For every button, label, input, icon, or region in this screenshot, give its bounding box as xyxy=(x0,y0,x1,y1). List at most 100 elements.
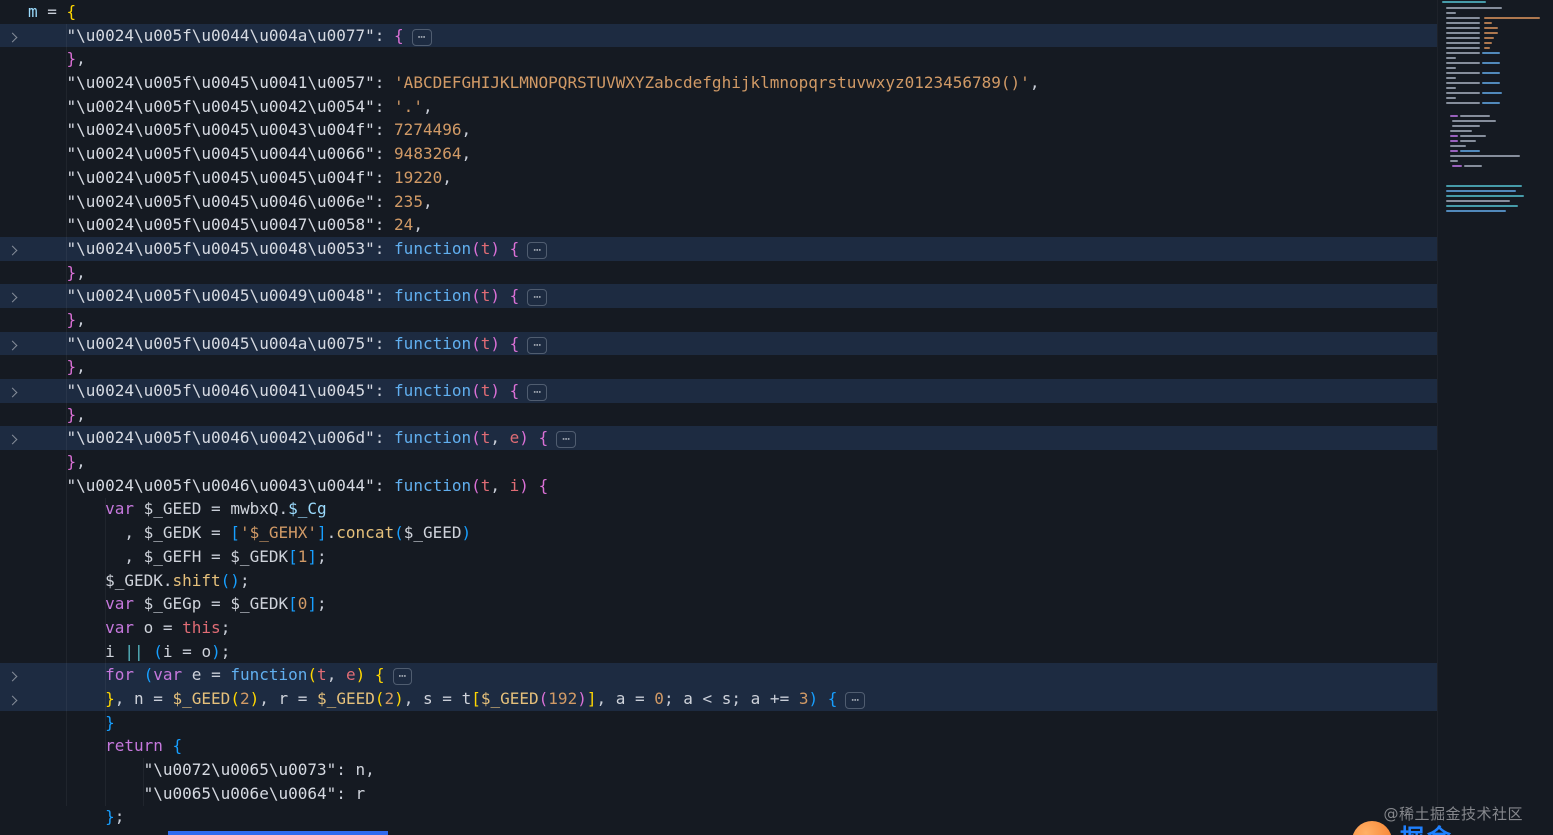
fold-chevron-icon[interactable] xyxy=(7,434,18,445)
code-token: : xyxy=(374,215,395,235)
fold-chevron-icon[interactable] xyxy=(7,695,18,706)
code-line[interactable]: return { xyxy=(0,734,1437,758)
code-line[interactable]: "\u0024\u005f\u0045\u0045\u004f": 19220, xyxy=(0,166,1437,190)
code-token: ) xyxy=(490,333,501,353)
code-line[interactable]: "\u0024\u005f\u0046\u0041\u0045": functi… xyxy=(0,379,1437,403)
code-token: ] xyxy=(307,546,318,566)
code-line[interactable]: "\u0024\u005f\u0045\u0046\u006e": 235, xyxy=(0,190,1437,214)
fold-gutter[interactable] xyxy=(0,332,28,356)
code-line[interactable]: i || (i = o); xyxy=(0,640,1437,664)
code-line[interactable]: }, xyxy=(0,403,1437,427)
minimap-line xyxy=(1446,57,1456,60)
gutter-spacer xyxy=(0,521,28,545)
code-token: ( xyxy=(471,286,481,306)
code-token: { xyxy=(509,238,520,258)
fold-chevron-icon[interactable] xyxy=(7,340,18,351)
folded-code-badge[interactable]: ⋯ xyxy=(845,691,866,709)
fold-chevron-icon[interactable] xyxy=(7,292,18,303)
code-line[interactable]: , $_GEDK = ['$_GEHX'].concat($_GEED) xyxy=(0,521,1437,545)
code-text: }, xyxy=(28,355,1437,379)
code-token: ( xyxy=(153,641,163,661)
code-line[interactable]: "\u0072\u0065\u0073": n, xyxy=(0,758,1437,782)
folded-code-badge[interactable]: ⋯ xyxy=(527,241,548,259)
minimap-line xyxy=(1450,140,1458,143)
code-token: [ xyxy=(288,594,298,614)
code-line[interactable]: }, xyxy=(0,450,1437,474)
code-line[interactable]: "\u0024\u005f\u0045\u004a\u0075": functi… xyxy=(0,331,1437,356)
code-line[interactable]: }, xyxy=(0,47,1437,71)
folded-code-badge[interactable]: ⋯ xyxy=(527,289,548,307)
code-line[interactable]: "\u0024\u005f\u0045\u0047\u0058": 24, xyxy=(0,213,1437,237)
gutter-spacer xyxy=(0,569,28,593)
code-token: ; xyxy=(220,641,231,661)
fold-gutter[interactable] xyxy=(0,426,28,450)
code-token: , xyxy=(76,262,86,282)
code-line[interactable]: m = { xyxy=(0,0,1437,24)
code-token: , xyxy=(76,452,86,472)
folded-code-badge[interactable]: ⋯ xyxy=(556,431,577,449)
code-line[interactable]: $_GEDK.shift(); xyxy=(0,569,1437,593)
gutter-spacer xyxy=(0,355,28,379)
minimap[interactable] xyxy=(1437,0,1553,835)
code-token: } xyxy=(105,712,115,732)
fold-chevron-icon[interactable] xyxy=(7,387,18,398)
minimap-line xyxy=(1482,72,1500,75)
code-token: = xyxy=(288,688,318,708)
code-line[interactable]: "\u0024\u005f\u0045\u0041\u0057": 'ABCDE… xyxy=(0,71,1437,95)
fold-chevron-icon[interactable] xyxy=(7,32,18,43)
code-line[interactable]: }, n = $_GEED(2), r = $_GEED(2), s = t[$… xyxy=(0,686,1437,711)
code-line[interactable]: "\u0024\u005f\u0045\u0048\u0053": functi… xyxy=(0,236,1437,261)
minimap-line xyxy=(1446,77,1456,80)
folded-code-badge[interactable]: ⋯ xyxy=(411,28,432,46)
code-line[interactable]: , $_GEFH = $_GEDK[1]; xyxy=(0,545,1437,569)
folded-code-badge[interactable]: ⋯ xyxy=(392,668,413,686)
code-token: = xyxy=(172,641,202,661)
code-line[interactable]: "\u0024\u005f\u0045\u0044\u0066": 948326… xyxy=(0,142,1437,166)
code-line[interactable]: var $_GEGp = $_GEDK[0]; xyxy=(0,592,1437,616)
code-token: || xyxy=(124,641,144,661)
code-token: "\u0024\u005f\u0045\u0046\u006e" xyxy=(66,191,375,211)
fold-gutter[interactable] xyxy=(0,379,28,403)
fold-gutter[interactable] xyxy=(0,24,28,48)
folded-code-badge[interactable]: ⋯ xyxy=(527,384,548,401)
code-token: function xyxy=(230,665,308,685)
code-line[interactable]: "\u0024\u005f\u0046\u0043\u0044": functi… xyxy=(0,474,1437,498)
code-token: '.' xyxy=(394,96,423,116)
minimap-line xyxy=(1460,140,1476,143)
code-token: "\u0072\u0065\u0073" xyxy=(143,760,337,779)
code-line[interactable]: var $_GEED = mwbxQ.$_Cg xyxy=(0,497,1437,521)
code-line[interactable]: "\u0065\u006e\u0064": r xyxy=(0,782,1437,806)
code-token: } xyxy=(105,688,115,708)
code-line[interactable]: "\u0024\u005f\u0046\u0042\u006d": functi… xyxy=(0,426,1437,451)
fold-gutter[interactable] xyxy=(0,687,28,711)
code-line[interactable]: var o = this; xyxy=(0,616,1437,640)
code-token: t xyxy=(480,238,491,258)
code-line[interactable]: for (var e = function(t, e) {⋯ xyxy=(0,663,1437,687)
code-line[interactable]: }; xyxy=(0,805,1437,829)
code-line[interactable]: } xyxy=(0,711,1437,735)
code-token: a xyxy=(683,688,693,708)
code-token: [ xyxy=(471,688,481,708)
gutter-spacer xyxy=(0,474,28,498)
code-text: }; xyxy=(28,805,1437,829)
code-line[interactable]: "\u0024\u005f\u0045\u0043\u004f": 727449… xyxy=(0,118,1437,142)
code-line[interactable]: }, xyxy=(0,355,1437,379)
fold-gutter[interactable] xyxy=(0,663,28,687)
code-line[interactable]: "\u0024\u005f\u0044\u004a\u0077": {⋯ xyxy=(0,23,1437,48)
code-token: $_Cg xyxy=(288,499,327,519)
fold-gutter[interactable] xyxy=(0,237,28,261)
code-line[interactable]: }, xyxy=(0,261,1437,285)
code-line[interactable]: "\u0024\u005f\u0045\u0049\u0048": functi… xyxy=(0,284,1437,308)
fold-chevron-icon[interactable] xyxy=(7,245,18,256)
code-line[interactable]: "\u0024\u005f\u0045\u0042\u0054": '.', xyxy=(0,95,1437,119)
folded-code-badge[interactable]: ⋯ xyxy=(527,336,548,354)
fold-gutter[interactable] xyxy=(0,284,28,308)
code-line[interactable]: }, xyxy=(0,308,1437,332)
code-token: ( xyxy=(230,688,240,708)
fold-chevron-icon[interactable] xyxy=(7,671,18,682)
